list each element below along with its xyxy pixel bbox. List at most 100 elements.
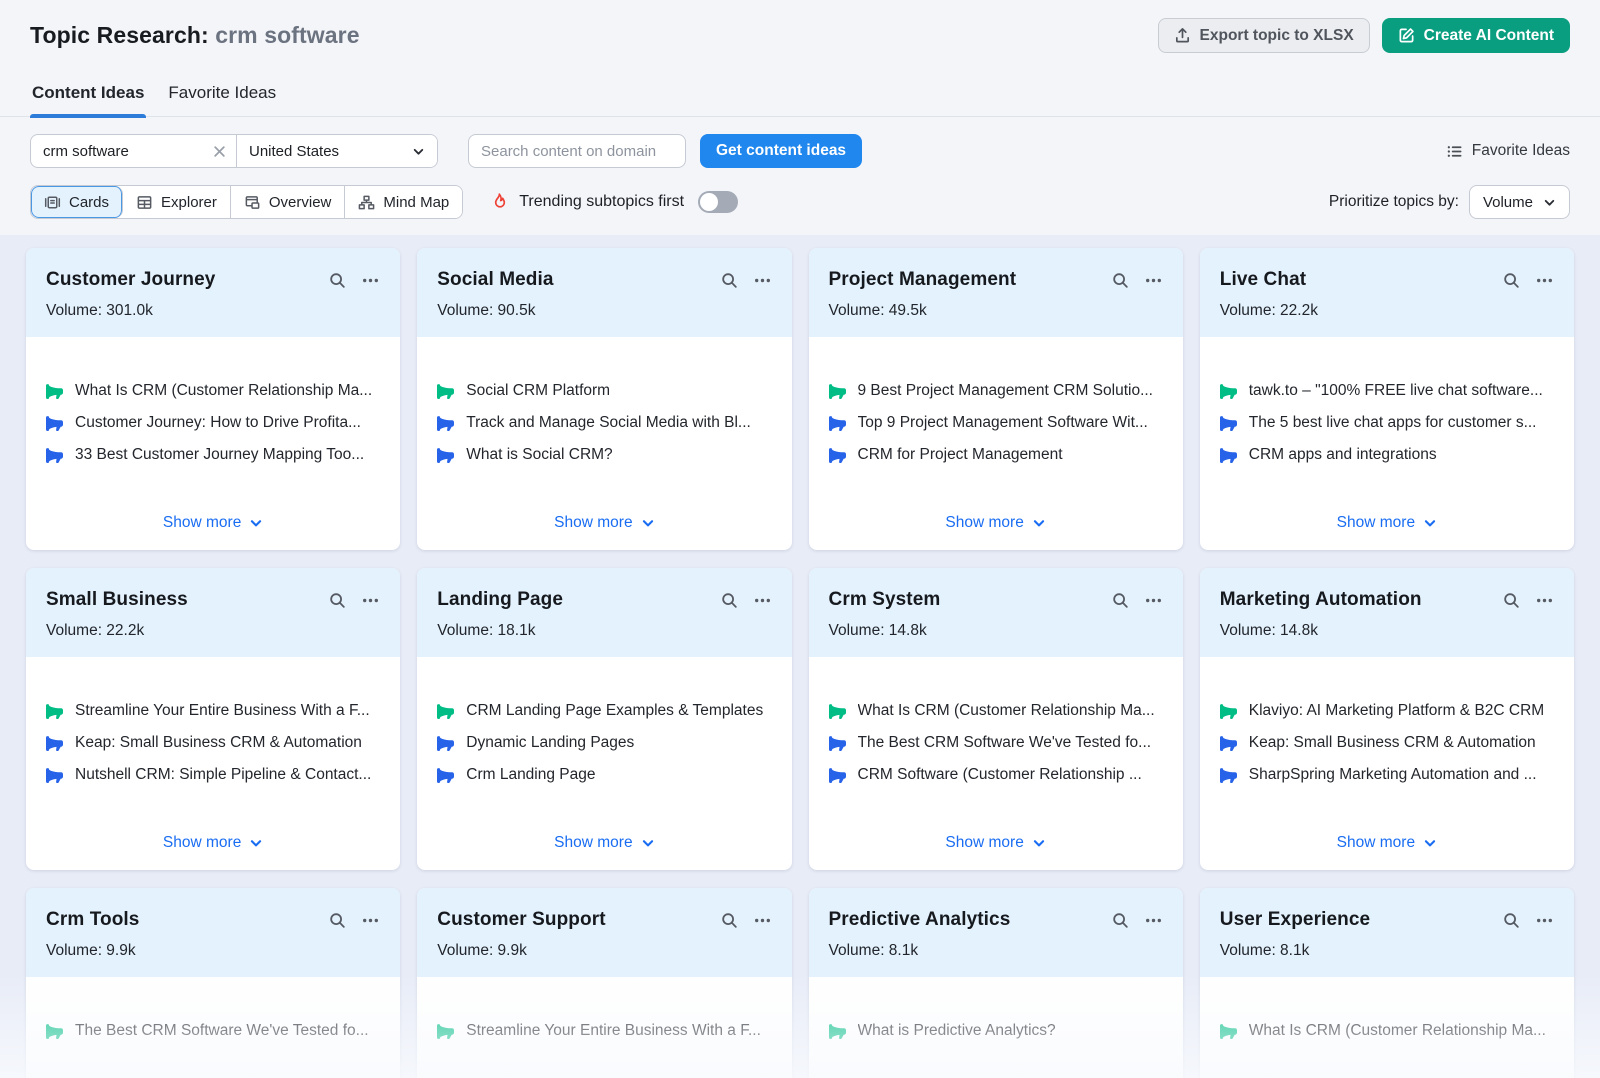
search-topic-icon[interactable] [1502,271,1521,290]
more-options-icon[interactable] [1144,591,1163,610]
more-options-icon[interactable] [753,911,772,930]
headline-item[interactable]: Social CRM Platform [437,382,771,400]
page-title-prefix: Topic Research: [30,22,215,48]
topic-query-input[interactable] [43,143,213,160]
view-explorer[interactable]: Explorer [123,186,231,218]
headline-item[interactable]: What is Predictive Analytics? [829,1022,1163,1040]
tabs: Content Ideas Favorite Ideas [0,77,1600,117]
headline-item[interactable]: What Is CRM (Customer Relationship Ma... [829,702,1163,720]
headline-item[interactable]: Keap: Small Business CRM & Automation [46,734,380,752]
show-more-label: Show more [163,514,241,532]
view-explorer-label: Explorer [161,194,217,211]
headline-item[interactable]: Nutshell CRM: Simple Pipeline & Contact.… [46,766,380,784]
headline-list: Klaviyo: AI Marketing Platform & B2C CRM… [1220,702,1554,784]
headline-item[interactable]: Crm Landing Page [437,766,771,784]
more-options-icon[interactable] [361,271,380,290]
headline-item[interactable]: Klaviyo: AI Marketing Platform & B2C CRM [1220,702,1554,720]
topic-card: Landing Page Volume: 18.1k CRM Landing P… [417,568,791,870]
headline-text: Track and Manage Social Media with Bl... [466,414,751,432]
megaphone-icon [1220,383,1237,400]
search-topic-icon[interactable] [1111,591,1130,610]
headline-item[interactable]: Dynamic Landing Pages [437,734,771,752]
more-options-icon[interactable] [361,911,380,930]
headline-text: SharpSpring Marketing Automation and ... [1249,766,1537,784]
search-topic-icon[interactable] [1111,911,1130,930]
country-select[interactable]: United States [237,135,437,167]
headline-item[interactable]: Streamline Your Entire Business With a F… [46,702,380,720]
headline-text: What is Predictive Analytics? [858,1022,1056,1040]
search-topic-icon[interactable] [720,911,739,930]
headline-item[interactable]: The Best CRM Software We've Tested fo... [46,1022,380,1040]
headline-item[interactable]: The Best CRM Software We've Tested fo... [829,734,1163,752]
search-topic-icon[interactable] [328,911,347,930]
headline-item[interactable]: The 5 best live chat apps for customer s… [1220,414,1554,432]
headline-item[interactable]: Track and Manage Social Media with Bl... [437,414,771,432]
topic-card-icons [720,591,772,610]
headline-item[interactable]: SharpSpring Marketing Automation and ... [1220,766,1554,784]
headline-item[interactable]: CRM Landing Page Examples & Templates [437,702,771,720]
get-content-ideas-button[interactable]: Get content ideas [700,134,862,168]
show-more-link[interactable]: Show more [1337,834,1437,856]
more-options-icon[interactable] [1535,271,1554,290]
topic-card-title: Predictive Analytics [829,909,1111,931]
window-icon [244,194,261,211]
search-topic-icon[interactable] [328,271,347,290]
show-more-link[interactable]: Show more [1337,514,1437,536]
show-more-link[interactable]: Show more [554,834,654,856]
more-options-icon[interactable] [1535,591,1554,610]
headline-item[interactable]: What is Social CRM? [437,446,771,464]
headline-item[interactable]: CRM apps and integrations [1220,446,1554,464]
headline-item[interactable]: tawk.to – "100% FREE live chat software.… [1220,382,1554,400]
show-more-link[interactable]: Show more [554,514,654,536]
view-cards[interactable]: Cards [31,186,123,218]
search-topic-icon[interactable] [1502,591,1521,610]
topic-card-icons [1111,271,1163,290]
headline-item[interactable]: CRM for Project Management [829,446,1163,464]
domain-search-input[interactable] [468,134,686,168]
more-options-icon[interactable] [1144,911,1163,930]
view-mind-map[interactable]: Mind Map [345,186,462,218]
prioritize-select[interactable]: Volume [1469,185,1570,219]
headline-item[interactable]: 33 Best Customer Journey Mapping Too... [46,446,380,464]
headline-item[interactable]: Keap: Small Business CRM & Automation [1220,734,1554,752]
show-more-link[interactable]: Show more [163,834,263,856]
export-topic-button[interactable]: Export topic to XLSX [1158,18,1370,53]
favorite-ideas-link[interactable]: Favorite Ideas [1446,142,1570,160]
headline-item[interactable]: What Is CRM (Customer Relationship Ma... [1220,1022,1554,1040]
view-overview[interactable]: Overview [231,186,346,218]
topic-card-header: Predictive Analytics Volume: 8.1k [809,888,1183,977]
headline-item[interactable]: 9 Best Project Management CRM Solutio... [829,382,1163,400]
tab-favorite-ideas[interactable]: Favorite Ideas [166,77,278,116]
trending-toggle-switch[interactable] [698,191,738,213]
headline-item[interactable]: Streamline Your Entire Business With a F… [437,1022,771,1040]
search-topic-icon[interactable] [720,591,739,610]
topic-volume: Volume: 22.2k [46,622,380,640]
search-topic-icon[interactable] [328,591,347,610]
search-topic-icon[interactable] [720,271,739,290]
tab-content-ideas[interactable]: Content Ideas [30,77,146,116]
more-options-icon[interactable] [753,271,772,290]
headline-item[interactable]: Top 9 Project Management Software Wit... [829,414,1163,432]
search-topic-icon[interactable] [1111,271,1130,290]
headline-item[interactable]: CRM Software (Customer Relationship ... [829,766,1163,784]
clear-query-icon[interactable] [213,145,226,158]
search-topic-icon[interactable] [1502,911,1521,930]
headline-item[interactable]: Customer Journey: How to Drive Profita..… [46,414,380,432]
headline-item[interactable]: What Is CRM (Customer Relationship Ma... [46,382,380,400]
headline-text: CRM apps and integrations [1249,446,1437,464]
more-options-icon[interactable] [361,591,380,610]
more-options-icon[interactable] [753,591,772,610]
headline-text: What Is CRM (Customer Relationship Ma... [1249,1022,1546,1040]
headline-text: Crm Landing Page [466,766,595,784]
headline-list: 9 Best Project Management CRM Solutio...… [829,382,1163,464]
more-options-icon[interactable] [1535,911,1554,930]
topic-card-icons [1111,911,1163,930]
show-more-link[interactable]: Show more [945,514,1045,536]
headline-text: Social CRM Platform [466,382,610,400]
more-options-icon[interactable] [1144,271,1163,290]
headline-text: Nutshell CRM: Simple Pipeline & Contact.… [75,766,371,784]
topic-card-header: Customer Journey Volume: 301.0k [26,248,400,337]
show-more-link[interactable]: Show more [163,514,263,536]
create-ai-content-button[interactable]: Create AI Content [1382,18,1570,53]
show-more-link[interactable]: Show more [945,834,1045,856]
